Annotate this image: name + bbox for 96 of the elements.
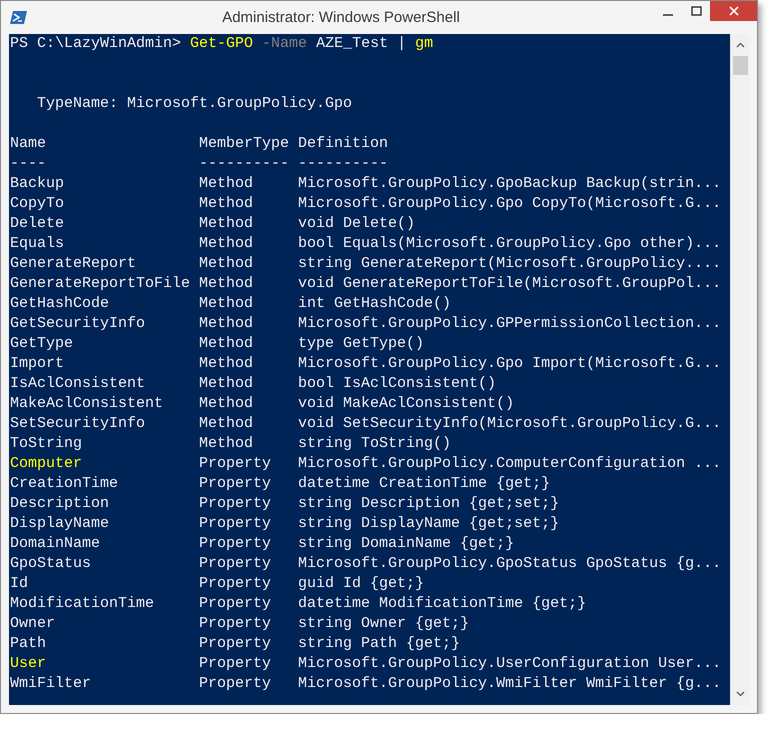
member-name: ToString	[10, 434, 84, 454]
member-name: IsAclConsistent	[10, 374, 146, 394]
member-definition: Microsoft.GroupPolicy.GPPermissionCollection...	[298, 314, 722, 334]
member-name: GpoStatus	[10, 554, 92, 574]
member-name: Path	[10, 634, 48, 654]
member-type: Method	[199, 254, 254, 274]
member-name: Id	[10, 574, 30, 594]
member-type: Property	[199, 634, 272, 654]
member-definition: Microsoft.GroupPolicy.WmiFilter WmiFilter {g...	[298, 674, 722, 694]
member-name: GetType	[10, 334, 74, 354]
member-definition: void Delete()	[298, 214, 416, 234]
member-name: GetSecurityInfo	[10, 314, 146, 334]
member-type: Method	[199, 334, 254, 354]
member-type: Property	[199, 594, 272, 614]
maximize-icon	[690, 6, 702, 16]
member-definition: string ToString()	[298, 434, 452, 454]
member-definition: string DomainName {get;}	[298, 534, 514, 554]
scroll-down-icon[interactable]	[736, 691, 744, 697]
member-name: MakeAclConsistent	[10, 394, 164, 414]
member-type: Method	[199, 354, 254, 374]
member-name: User	[10, 654, 48, 674]
member-type: Method	[199, 314, 254, 334]
type-name-line: TypeName: Microsoft.GroupPolicy.Gpo	[36, 94, 354, 114]
member-type: Property	[199, 474, 272, 494]
member-type: Property	[199, 534, 272, 554]
member-name: CreationTime	[10, 474, 120, 494]
member-name: Delete	[10, 214, 66, 234]
scroll-up-icon[interactable]	[736, 42, 744, 48]
member-type: Method	[199, 214, 254, 234]
member-type: Method	[199, 394, 254, 414]
command-line: PS C:\LazyWinAdmin> Get-GPO -Name AZE_Test | gm	[10, 34, 434, 54]
member-definition: datetime ModificationTime {get;}	[298, 594, 586, 614]
header-underline: ----------	[199, 154, 290, 174]
member-name: Import	[10, 354, 66, 374]
member-definition: Microsoft.GroupPolicy.ComputerConfiguration ...	[298, 454, 722, 474]
member-type: Method	[199, 194, 254, 214]
member-name: CopyTo	[10, 194, 66, 214]
member-definition: Microsoft.GroupPolicy.GpoStatus GpoStatus {g...	[298, 554, 722, 574]
column-header: MemberType	[199, 134, 290, 154]
member-type: Property	[199, 614, 272, 634]
member-type: Property	[199, 654, 272, 674]
close-button[interactable]	[710, 1, 757, 21]
member-type: Method	[199, 374, 254, 394]
member-definition: string Path {get;}	[298, 634, 460, 654]
member-definition: int GetHashCode()	[298, 294, 452, 314]
member-type: Method	[199, 414, 254, 434]
member-definition: Microsoft.GroupPolicy.Gpo CopyTo(Microsoft.G...	[298, 194, 722, 214]
member-type: Property	[199, 574, 272, 594]
column-header: Definition	[298, 134, 388, 154]
member-name: Computer	[10, 454, 84, 474]
member-type: Method	[199, 294, 254, 314]
member-type: Property	[199, 494, 272, 514]
member-name: WmiFilter	[10, 674, 92, 694]
member-name: DisplayName	[10, 514, 110, 534]
column-header: Name	[10, 134, 48, 154]
header-underline: ----	[10, 154, 48, 174]
member-definition: string DisplayName {get;set;}	[298, 514, 560, 534]
member-type: Method	[199, 434, 254, 454]
member-definition: void SetSecurityInfo(Microsoft.GroupPolicy.G...	[298, 414, 722, 434]
scroll-thumb[interactable]	[732, 56, 748, 75]
member-name: Owner	[10, 614, 56, 634]
close-icon	[728, 6, 738, 16]
member-definition: Microsoft.GroupPolicy.Gpo Import(Microsoft.G...	[298, 354, 722, 374]
member-name: DomainName	[10, 534, 102, 554]
member-definition: void MakeAclConsistent()	[298, 394, 514, 414]
member-definition: string GenerateReport(Microsoft.GroupPolicy....	[298, 254, 722, 274]
member-definition: string Description {get;set;}	[298, 494, 560, 514]
member-name: Description	[10, 494, 110, 514]
member-name: ModificationTime	[10, 594, 156, 614]
member-definition: guid Id {get;}	[298, 574, 424, 594]
member-name: GenerateReport	[10, 254, 138, 274]
member-definition: void GenerateReportToFile(Microsoft.GroupPol...	[298, 274, 722, 294]
member-name: GenerateReportToFile	[10, 274, 192, 294]
member-type: Property	[199, 514, 272, 534]
member-type: Property	[199, 454, 272, 474]
member-type: Method	[199, 274, 254, 294]
window-title: Administrator: Windows PowerShell	[221, 9, 461, 26]
member-definition: bool Equals(Microsoft.GroupPolicy.Gpo other)...	[298, 234, 722, 254]
member-definition: string Owner {get;}	[298, 614, 470, 634]
minimize-icon	[663, 14, 673, 16]
header-underline: ----------	[298, 154, 388, 174]
member-name: Backup	[10, 174, 66, 194]
member-name: SetSecurityInfo	[10, 414, 146, 434]
member-name: Equals	[10, 234, 66, 254]
member-type: Method	[199, 234, 254, 254]
member-type: Method	[199, 174, 254, 194]
member-definition: Microsoft.GroupPolicy.UserConfiguration User...	[298, 654, 722, 674]
member-type: Property	[199, 554, 272, 574]
member-definition: bool IsAclConsistent()	[298, 374, 496, 394]
member-name: GetHashCode	[10, 294, 110, 314]
member-definition: datetime CreationTime {get;}	[298, 474, 550, 494]
powershell-icon	[10, 10, 28, 25]
member-type: Property	[199, 674, 272, 694]
member-definition: Microsoft.GroupPolicy.GpoBackup Backup(strin...	[298, 174, 722, 194]
member-definition: type GetType()	[298, 334, 424, 354]
scrollbar[interactable]	[730, 34, 749, 705]
